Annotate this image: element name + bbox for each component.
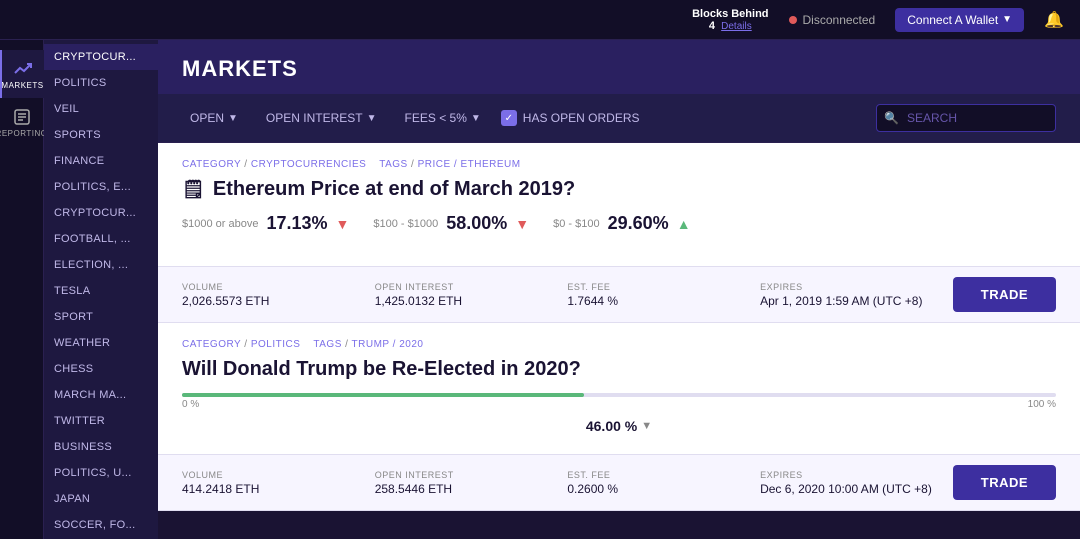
nav-item-reporting[interactable]: REPORTING — [0, 98, 44, 146]
progress-labels-trump: 0 % 100 % — [182, 399, 1056, 410]
sidebar-item-business[interactable]: BUSINESS — [44, 434, 158, 460]
sidebar-item-sport[interactable]: SPORT — [44, 304, 158, 330]
market-breadcrumb-eth: CATEGORY / CRYPTOCURRENCIES TAGS / PRICE… — [182, 159, 1056, 170]
left-nav: MARKETS REPORTING — [0, 40, 44, 539]
progress-fill-trump — [182, 393, 584, 397]
market-meta-trump: VOLUME 414.2418 ETH OPEN INTEREST 258.54… — [158, 454, 1080, 510]
sidebar-item-veil[interactable]: VEIL — [44, 96, 158, 122]
filter-group: OPEN ▼ OPEN INTEREST ▼ FEES < 5% ▼ ✓ HAS… — [182, 107, 640, 129]
meta-est-fee-trump: EST. FEE 0.2600 % — [567, 470, 760, 496]
topbar: Blocks Behind 4 Details Disconnected Con… — [0, 0, 1080, 40]
search-wrap: 🔍 — [876, 104, 1056, 132]
sidebar-item-soccer[interactable]: SOCCER, FO... — [44, 512, 158, 538]
sidebar-item-march-madness[interactable]: MARCH MA... — [44, 382, 158, 408]
price-arrow-down-high: ▼ — [336, 216, 350, 232]
details-link[interactable]: Details — [721, 21, 752, 32]
progress-center-value-trump: 46.00 % ▼ — [182, 418, 1056, 434]
sidebar-item-election[interactable]: ELECTION, ... — [44, 252, 158, 278]
market-card-trump: CATEGORY / POLITICS TAGS / TRUMP / 2020 … — [158, 323, 1080, 511]
meta-expires-trump: EXPIRES Dec 6, 2020 10:00 AM (UTC +8) — [760, 470, 953, 496]
nav-markets-label: MARKETS — [1, 81, 43, 90]
sidebar-item-sports[interactable]: SPORTS — [44, 122, 158, 148]
nav-reporting-label: REPORTING — [0, 129, 47, 138]
connection-status: Disconnected — [789, 13, 876, 27]
content-area: MARKETS OPEN ▼ OPEN INTEREST ▼ FEES < 5%… — [158, 40, 1080, 539]
sidebar-item-chess[interactable]: CHESS — [44, 356, 158, 382]
sidebar-item-politics[interactable]: POLITICS — [44, 70, 158, 96]
meta-volume-eth: VOLUME 2,026.5573 ETH — [182, 282, 375, 308]
status-label: Disconnected — [803, 13, 876, 27]
sidebar-item-politics-e1[interactable]: POLITICS, E... — [44, 174, 158, 200]
filter-bar: OPEN ▼ OPEN INTEREST ▼ FEES < 5% ▼ ✓ HAS… — [158, 94, 1080, 143]
nav-item-markets[interactable]: MARKETS — [0, 50, 44, 98]
chevron-down-icon: ▼ — [1002, 14, 1012, 25]
market-meta-eth: VOLUME 2,026.5573 ETH OPEN INTEREST 1,42… — [158, 266, 1080, 322]
sidebar-item-cryptocurrencies[interactable]: CRYPTOCUR... — [44, 44, 158, 70]
connect-wallet-button[interactable]: Connect A Wallet ▼ — [895, 8, 1024, 32]
page-title: MARKETS — [182, 56, 298, 82]
fees-chevron-icon: ▼ — [471, 113, 481, 124]
search-icon: 🔍 — [884, 111, 899, 125]
market-card-eth: CATEGORY / CRYPTOCURRENCIES TAGS / PRICE… — [158, 143, 1080, 323]
progress-track-trump — [182, 393, 1056, 397]
reporting-icon — [12, 107, 32, 127]
market-breadcrumb-trump: CATEGORY / POLITICS TAGS / TRUMP / 2020 — [182, 339, 1056, 350]
has-open-orders-checkbox[interactable]: ✓ — [501, 110, 517, 126]
blocks-behind: Blocks Behind 4 Details — [692, 8, 768, 32]
sidebar-item-politics-u[interactable]: POLITICS, U... — [44, 460, 158, 486]
search-input[interactable] — [876, 104, 1056, 132]
market-title-trump: Will Donald Trump be Re-Elected in 2020? — [182, 358, 1056, 381]
sidebar: CRYPTOCUR... POLITICS VEIL SPORTS FINANC… — [44, 40, 158, 539]
price-item-high: $1000 or above 17.13% ▼ — [182, 213, 349, 234]
sidebar-item-tesla[interactable]: TESLA — [44, 278, 158, 304]
progress-bar-trump: 0 % 100 % — [182, 393, 1056, 410]
blocks-behind-count: 4 — [709, 20, 715, 32]
notification-bell-icon[interactable]: 🔔 — [1044, 10, 1064, 30]
price-arrow-up-low: ▲ — [677, 216, 691, 232]
sidebar-item-football[interactable]: FOOTBALL, ... — [44, 226, 158, 252]
meta-expires-eth: EXPIRES Apr 1, 2019 1:59 AM (UTC +8) — [760, 282, 953, 308]
markets-icon — [13, 59, 33, 79]
price-item-low: $0 - $100 29.60% ▲ — [553, 213, 690, 234]
trade-button-trump[interactable]: TRADE — [953, 465, 1056, 500]
has-open-orders-filter: ✓ HAS OPEN ORDERS — [501, 110, 640, 126]
open-interest-chevron-icon: ▼ — [367, 113, 377, 124]
market-card-trump-inner: CATEGORY / POLITICS TAGS / TRUMP / 2020 … — [158, 323, 1080, 454]
sidebar-item-finance[interactable]: FINANCE — [44, 148, 158, 174]
trade-button-eth[interactable]: TRADE — [953, 277, 1056, 312]
main-layout: MARKETS REPORTING CRYPTOCUR... POLITICS … — [0, 40, 1080, 539]
open-filter-button[interactable]: OPEN ▼ — [182, 107, 246, 129]
sidebar-item-japan[interactable]: JAPAN — [44, 486, 158, 512]
price-item-mid: $100 - $1000 58.00% ▼ — [373, 213, 529, 234]
price-arrow-down-mid: ▼ — [515, 216, 529, 232]
market-title-eth: 🗒 Ethereum Price at end of March 2019? — [182, 178, 1056, 201]
meta-open-interest-trump: OPEN INTEREST 258.5446 ETH — [375, 470, 568, 496]
page-header: MARKETS — [158, 40, 1080, 94]
meta-volume-trump: VOLUME 414.2418 ETH — [182, 470, 375, 496]
sidebar-item-twitter[interactable]: TWITTER — [44, 408, 158, 434]
meta-open-interest-eth: OPEN INTEREST 1,425.0132 ETH — [375, 282, 568, 308]
sidebar-item-cryptocur2[interactable]: CRYPTOCUR... — [44, 200, 158, 226]
open-interest-filter-button[interactable]: OPEN INTEREST ▼ — [258, 107, 385, 129]
market-card-eth-inner: CATEGORY / CRYPTOCURRENCIES TAGS / PRICE… — [158, 143, 1080, 266]
open-chevron-icon: ▼ — [228, 113, 238, 124]
fees-filter-button[interactable]: FEES < 5% ▼ — [397, 107, 489, 129]
sidebar-item-weather[interactable]: WEATHER — [44, 330, 158, 356]
price-bars-eth: $1000 or above 17.13% ▼ $100 - $1000 58.… — [182, 213, 1056, 234]
progress-chevron-icon: ▼ — [641, 420, 652, 432]
has-open-orders-label: HAS OPEN ORDERS — [523, 111, 640, 125]
market-title-icon-eth: 🗒 — [182, 179, 205, 200]
status-dot — [789, 16, 797, 24]
blocks-behind-label: Blocks Behind — [692, 8, 768, 20]
meta-est-fee-eth: EST. FEE 1.7644 % — [567, 282, 760, 308]
